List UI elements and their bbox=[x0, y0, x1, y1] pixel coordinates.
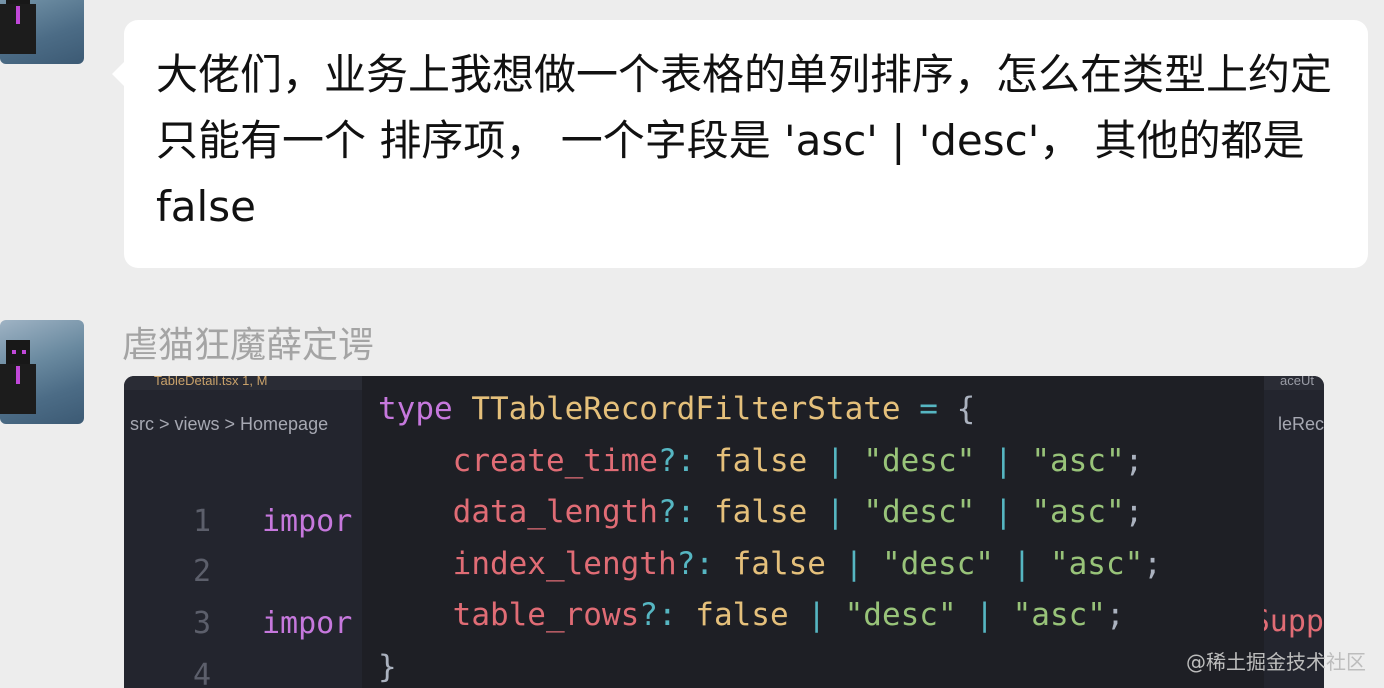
field-name: index_length bbox=[452, 545, 677, 582]
line-number: 1 bbox=[192, 504, 212, 539]
editor-tab-right: aceUt bbox=[1280, 376, 1314, 388]
avatar-eye bbox=[22, 350, 26, 354]
type-declaration: type TTableRecordFilterState = { create_… bbox=[378, 391, 1162, 685]
field-name: data_length bbox=[452, 494, 658, 530]
type-keyword: type bbox=[378, 391, 453, 427]
line-number: 3 bbox=[192, 606, 212, 641]
message-bubble[interactable]: 大佬们，业务上我想做一个表格的单列排序，怎么在类型上约定只能有一个 排序项， 一… bbox=[112, 20, 1368, 268]
breadcrumb: src > views > Homepage bbox=[130, 414, 329, 434]
code-line: impor bbox=[262, 504, 353, 539]
message-text: 大佬们，业务上我想做一个表格的单列排序，怎么在类型上约定只能有一个 排序项， 一… bbox=[156, 50, 1333, 231]
line-number: 2 bbox=[192, 554, 212, 589]
sender-name: 虐猫狂魔薛定谔 bbox=[122, 325, 375, 366]
field-name: create_time bbox=[452, 442, 658, 479]
line-number: 4 bbox=[192, 658, 212, 688]
code-line: impor bbox=[262, 606, 353, 641]
watermark: @稀土掘金技术社区 bbox=[1186, 650, 1366, 674]
avatar-eye bbox=[12, 350, 16, 354]
breadcrumb-right: leRec bbox=[1277, 414, 1324, 434]
avatar-head bbox=[6, 340, 30, 364]
type-name: TTableRecordFilterState bbox=[471, 391, 901, 427]
avatar-tie bbox=[16, 6, 20, 24]
editor-tab-label: TableDetail.tsx 1, M bbox=[154, 376, 268, 388]
type-hover-popup: type TTableRecordFilterState = { create_… bbox=[362, 376, 1264, 688]
sender-avatar[interactable] bbox=[0, 320, 84, 424]
avatar-tie bbox=[16, 366, 20, 384]
sender-avatar[interactable] bbox=[0, 0, 84, 64]
code-screenshot-image[interactable]: TableDetail.tsx 1, M aceUt src > views >… bbox=[124, 376, 1324, 688]
field-name: table_rows bbox=[452, 597, 640, 633]
